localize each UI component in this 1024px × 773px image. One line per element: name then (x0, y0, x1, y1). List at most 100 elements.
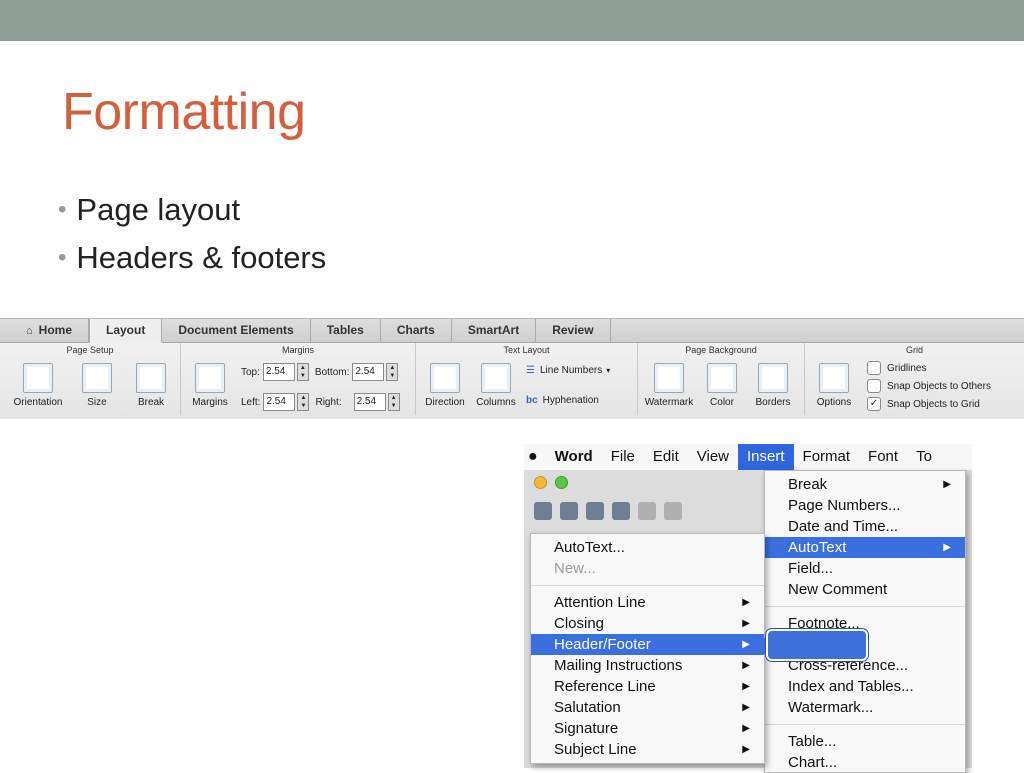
menu-view[interactable]: View (688, 444, 738, 470)
size-button[interactable]: Size (74, 363, 120, 408)
group-text-layout: Text Layout Direction Columns ☰ Line Numb… (416, 343, 638, 415)
checkbox-icon (867, 361, 881, 375)
menu-item[interactable]: Signature ▶ (531, 718, 764, 739)
mac-menu-bar: ● Word File Edit View Insert Format Font… (524, 444, 972, 471)
tab-tables[interactable]: Tables (311, 319, 381, 342)
submenu-arrow-icon: ▶ (742, 660, 750, 671)
menu-item-label: Index and Tables... (788, 678, 914, 695)
menu-item[interactable]: Chart... (765, 752, 965, 772)
right-margin-stepper[interactable]: ▲ ▼ (387, 393, 400, 411)
borders-icon (758, 363, 788, 393)
menu-item[interactable]: Closing ▶ (531, 613, 764, 634)
menu-item[interactable]: Mailing Instructions ▶ (531, 655, 764, 676)
button-label: Line Numbers (539, 365, 603, 376)
hyphenation-icon: bc (526, 395, 538, 406)
bullet-list: • Page layout • Headers & footers (58, 186, 326, 282)
break-button[interactable]: Break (128, 363, 174, 408)
menu-item[interactable]: Header/Footer ▶ (531, 634, 764, 655)
tab-review[interactable]: Review (536, 319, 611, 342)
bottom-margin-input[interactable]: 2.54 (352, 363, 385, 381)
gridlines-checkbox[interactable]: Gridlines (867, 361, 926, 375)
menu-item[interactable]: Break ▶ (765, 474, 965, 495)
menu-item-label: AutoText... (554, 539, 625, 556)
menu-item[interactable]: Salutation ▶ (531, 697, 764, 718)
size-icon (82, 363, 112, 393)
button-label: Margins (192, 397, 228, 408)
tab-document-elements[interactable]: Document Elements (162, 319, 311, 342)
menu-item-label: Date and Time... (788, 518, 899, 535)
menu-item-label: Reference Line (554, 678, 656, 695)
checkmark-icon: ✓ (867, 397, 881, 411)
menu-item[interactable]: Table... (765, 731, 965, 752)
menu-file[interactable]: File (602, 444, 644, 470)
menu-item-label: Signature (554, 720, 619, 737)
top-margin-stepper[interactable]: ▲ ▼ (296, 363, 309, 381)
margins-button[interactable]: Margins (187, 363, 233, 408)
menu-item[interactable]: New Comment (765, 579, 965, 600)
left-margin-stepper[interactable]: ▲ ▼ (297, 393, 310, 411)
apple-icon[interactable]: ● (524, 444, 546, 470)
menu-item-label: Salutation (554, 699, 621, 716)
tab-home[interactable]: ⌂ Home (0, 319, 89, 342)
menu-format[interactable]: Format (794, 444, 860, 470)
orientation-button[interactable]: Orientation (8, 363, 68, 408)
tab-charts[interactable]: Charts (381, 319, 452, 342)
columns-button[interactable]: Columns (472, 363, 520, 408)
line-numbers-icon: ☰ (526, 365, 535, 376)
snap-objects-to-grid-checkbox[interactable]: ✓ Snap Objects to Grid (867, 397, 980, 411)
callout-highlight (766, 629, 868, 661)
tab-smartart[interactable]: SmartArt (452, 319, 537, 342)
grid-options-button[interactable]: Options (809, 363, 859, 408)
menu-word[interactable]: Word (546, 444, 602, 470)
direction-button[interactable]: Direction (420, 363, 470, 408)
menu-item-label: AutoText (788, 539, 847, 556)
menu-item[interactable]: Attention Line ▶ (531, 592, 764, 613)
print-icon[interactable] (612, 502, 630, 520)
home-icon: ⌂ (26, 325, 33, 337)
open-icon[interactable] (560, 502, 578, 520)
menu-item[interactable]: Subject Line ▶ (531, 739, 764, 760)
menu-item[interactable]: Watermark... (765, 697, 965, 718)
menu-item[interactable]: Index and Tables... (765, 676, 965, 697)
menu-tools[interactable]: To (907, 444, 941, 470)
bottom-margin-stepper[interactable]: ▲ ▼ (386, 363, 399, 381)
menu-item[interactable]: Reference Line ▶ (531, 676, 764, 697)
submenu-arrow-icon: ▶ (742, 702, 750, 713)
menu-item[interactable]: Date and Time... (765, 516, 965, 537)
copy-icon[interactable] (664, 502, 682, 520)
hyphenation-button[interactable]: bc Hyphenation (526, 395, 599, 406)
borders-button[interactable]: Borders (750, 363, 796, 408)
cut-icon[interactable] (638, 502, 656, 520)
menu-item[interactable]: AutoText ▶ (765, 537, 965, 558)
snap-objects-to-others-checkbox[interactable]: Snap Objects to Others (867, 379, 991, 393)
button-label: Color (710, 397, 734, 408)
right-margin-input[interactable]: 2.54 (353, 393, 386, 411)
button-label: Options (816, 397, 852, 408)
button-label: Orientation (13, 397, 63, 408)
menu-edit[interactable]: Edit (644, 444, 688, 470)
save-icon[interactable] (586, 502, 604, 520)
submenu-arrow-icon: ▶ (742, 744, 750, 755)
menu-item[interactable]: AutoText... (531, 537, 764, 558)
top-margin-input[interactable]: 2.54 (262, 363, 295, 381)
tab-layout[interactable]: Layout (89, 319, 163, 343)
minimize-button[interactable] (534, 476, 547, 489)
menu-item-label: New Comment (788, 581, 888, 598)
watermark-button[interactable]: Watermark (642, 363, 696, 408)
checkbox-label: Gridlines (887, 362, 927, 374)
group-title: Text Layout (503, 345, 550, 355)
menu-item[interactable]: Field... (765, 558, 965, 579)
margin-left-row: Left: 2.54 ▲ ▼ Right: 2.54 ▲ ▼ (241, 393, 400, 411)
button-label: Watermark (644, 397, 694, 408)
menu-item[interactable]: Page Numbers... (765, 495, 965, 516)
submenu-arrow-icon: ▶ (742, 618, 750, 629)
menu-font[interactable]: Font (859, 444, 907, 470)
line-numbers-button[interactable]: ☰ Line Numbers ▾ (526, 365, 610, 376)
left-margin-input[interactable]: 2.54 (263, 393, 296, 411)
menu-item-label: New... (554, 560, 596, 577)
bullet-dot-icon: • (58, 196, 67, 223)
gallery-icon[interactable] (534, 502, 552, 520)
menu-insert[interactable]: Insert (738, 444, 794, 470)
color-button[interactable]: Color (700, 363, 744, 408)
zoom-button[interactable] (555, 476, 568, 489)
